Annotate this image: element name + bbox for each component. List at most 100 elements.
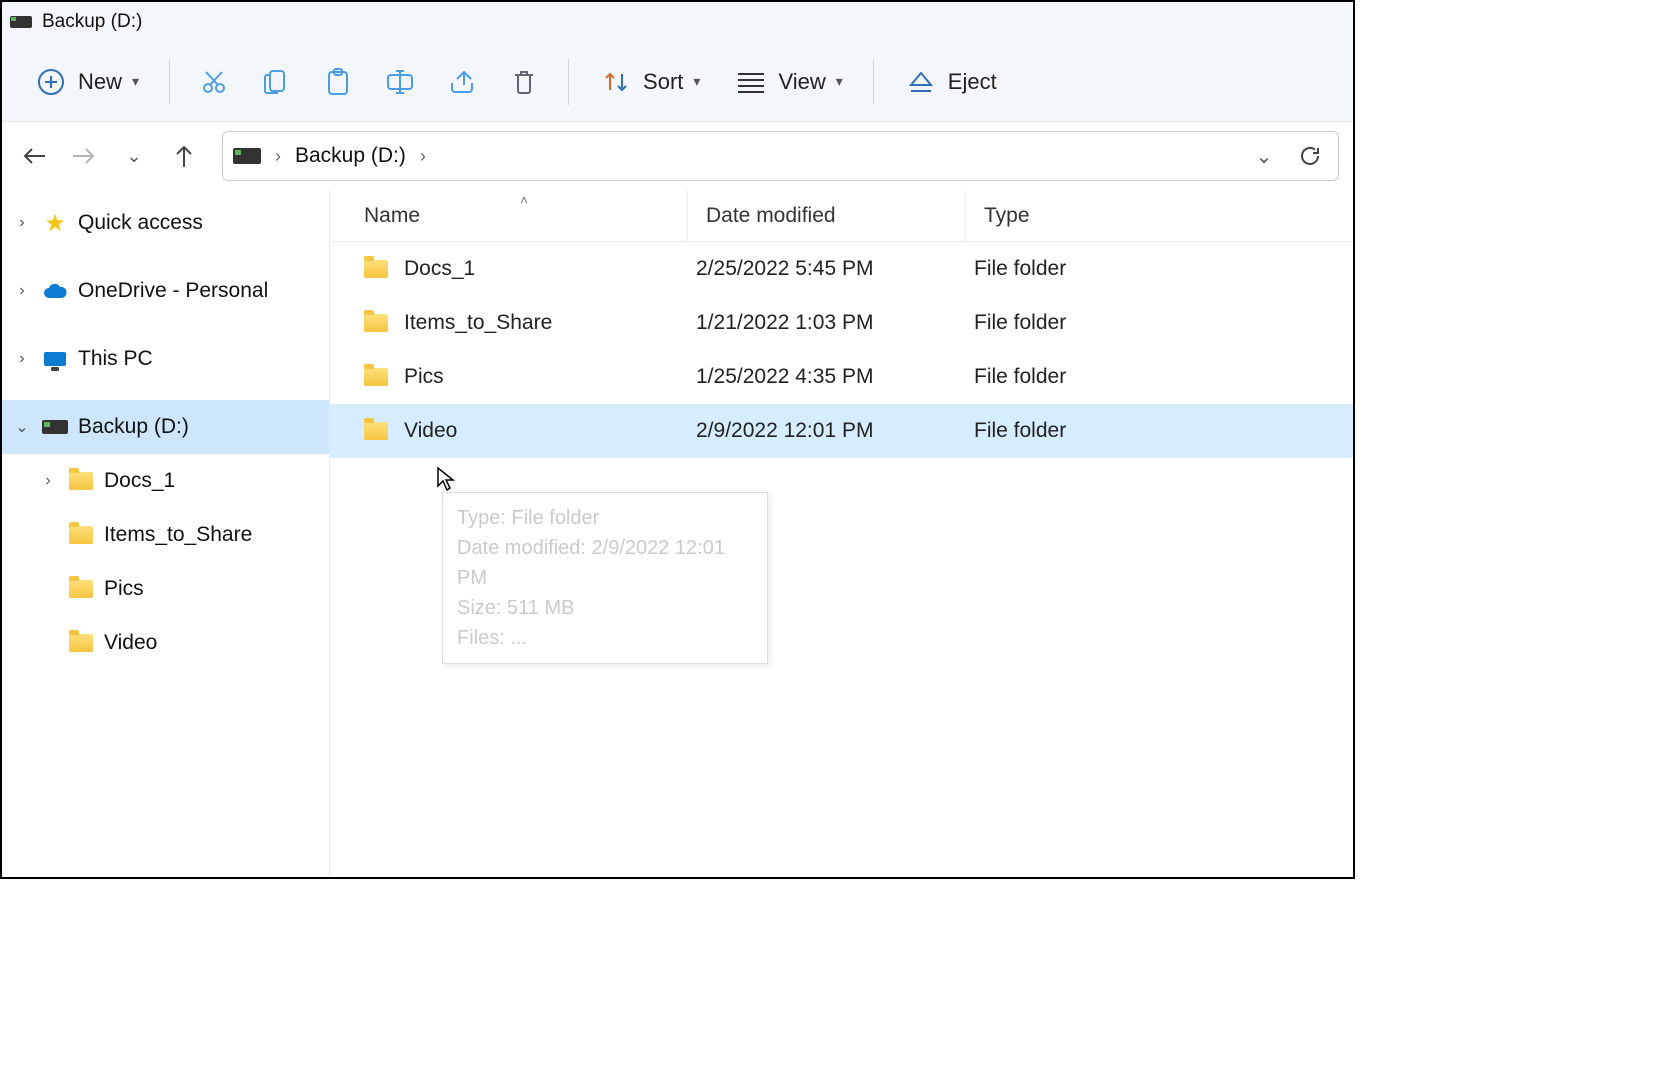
file-type: File folder: [966, 257, 1353, 281]
column-header-type[interactable]: Type: [966, 190, 1353, 241]
file-date: 1/25/2022 4:35 PM: [688, 365, 966, 389]
titlebar: Backup (D:): [2, 2, 1353, 42]
file-date: 1/21/2022 1:03 PM: [688, 311, 966, 335]
file-name: Pics: [404, 365, 444, 389]
column-header-date[interactable]: Date modified: [688, 190, 966, 241]
chevron-right-icon[interactable]: ›: [38, 472, 58, 490]
up-button[interactable]: [162, 134, 206, 178]
sidebar-item-label: Video: [104, 631, 157, 655]
drive-icon: [10, 16, 32, 28]
sidebar-item-label: Backup (D:): [78, 415, 189, 439]
address-dropdown-button[interactable]: ⌄: [1246, 138, 1282, 174]
file-type: File folder: [966, 419, 1353, 443]
forward-button[interactable]: [62, 134, 106, 178]
chevron-down-icon: ⌄: [126, 146, 141, 167]
rename-icon: [385, 69, 415, 95]
chevron-right-icon[interactable]: ›: [12, 214, 32, 232]
sidebar-item-this-pc[interactable]: › This PC: [2, 332, 329, 386]
chevron-right-icon[interactable]: ›: [12, 350, 32, 368]
tooltip: Type: File folder Date modified: 2/9/202…: [442, 492, 768, 664]
chevron-right-icon[interactable]: ›: [12, 282, 32, 300]
navigation-pane: › ★ Quick access › OneDrive - Personal ›…: [2, 190, 330, 877]
new-button[interactable]: New ▾: [20, 57, 153, 107]
toolbar-separator: [169, 59, 170, 105]
new-label: New: [78, 69, 122, 95]
chevron-down-icon: ▾: [132, 73, 139, 90]
file-row[interactable]: Items_to_Share 1/21/2022 1:03 PM File fo…: [330, 296, 1353, 350]
sidebar-item-folder[interactable]: Pics: [2, 562, 329, 616]
chevron-down-icon[interactable]: ⌄: [12, 417, 32, 437]
paste-button[interactable]: [310, 54, 366, 110]
eject-button[interactable]: Eject: [890, 57, 1011, 107]
sidebar-item-label: Quick access: [78, 211, 203, 235]
sidebar-item-label: This PC: [78, 347, 153, 371]
sort-button[interactable]: Sort ▾: [585, 57, 714, 107]
recent-locations-button[interactable]: ⌄: [112, 134, 156, 178]
sidebar-item-folder[interactable]: › Docs_1: [2, 454, 329, 508]
file-list: Docs_1 2/25/2022 5:45 PM File folder Ite…: [330, 242, 1353, 458]
back-button[interactable]: [12, 134, 56, 178]
sidebar-item-folder[interactable]: Items_to_Share: [2, 508, 329, 562]
view-icon: [734, 65, 768, 99]
folder-icon: [68, 522, 94, 548]
sidebar-item-label: OneDrive - Personal: [78, 279, 268, 303]
file-row[interactable]: Docs_1 2/25/2022 5:45 PM File folder: [330, 242, 1353, 296]
scissors-icon: [200, 68, 228, 96]
chevron-down-icon: ⌄: [1256, 144, 1273, 169]
address-bar[interactable]: › Backup (D:) › ⌄: [222, 131, 1339, 181]
tooltip-line: Type: File folder: [457, 503, 753, 533]
file-type: File folder: [966, 311, 1353, 335]
chevron-right-icon: ›: [416, 146, 430, 167]
column-label: Date modified: [706, 204, 836, 228]
file-date: 2/25/2022 5:45 PM: [688, 257, 966, 281]
folder-icon: [68, 630, 94, 656]
folder-icon: [364, 260, 388, 278]
eject-icon: [904, 65, 938, 99]
tooltip-line: Size: 511 MB: [457, 593, 753, 623]
sort-label: Sort: [643, 69, 683, 95]
content-pane: ˄ Name Date modified Type Docs_1 2/25/20…: [330, 190, 1353, 877]
column-label: Type: [984, 204, 1030, 228]
file-name: Docs_1: [404, 257, 475, 281]
sidebar-item-label: Items_to_Share: [104, 523, 252, 547]
drive-icon: [233, 148, 261, 164]
folder-icon: [364, 368, 388, 386]
sort-ascending-icon: ˄: [520, 192, 528, 208]
file-date: 2/9/2022 12:01 PM: [688, 419, 966, 443]
window-title: Backup (D:): [42, 11, 142, 33]
cut-button[interactable]: [186, 54, 242, 110]
share-icon: [447, 69, 477, 95]
file-row[interactable]: Video 2/9/2022 12:01 PM File folder: [330, 404, 1353, 458]
cloud-icon: [42, 278, 68, 304]
sidebar-item-label: Pics: [104, 577, 144, 601]
column-header-name[interactable]: Name: [346, 190, 688, 241]
sort-icon: [599, 65, 633, 99]
toolbar: New ▾ Sort ▾: [2, 42, 1353, 122]
star-icon: ★: [42, 210, 68, 236]
cursor-icon: [436, 466, 456, 492]
sidebar-item-backup-drive[interactable]: ⌄ Backup (D:): [2, 400, 329, 454]
sidebar-item-quick-access[interactable]: › ★ Quick access: [2, 196, 329, 250]
copy-button[interactable]: [248, 54, 304, 110]
share-button[interactable]: [434, 54, 490, 110]
refresh-button[interactable]: [1292, 138, 1328, 174]
sidebar-item-label: Docs_1: [104, 469, 175, 493]
file-name: Video: [404, 419, 457, 443]
toolbar-separator: [873, 59, 874, 105]
delete-button[interactable]: [496, 54, 552, 110]
trash-icon: [511, 68, 537, 96]
sidebar-item-onedrive[interactable]: › OneDrive - Personal: [2, 264, 329, 318]
tooltip-line: Files: ...: [457, 623, 753, 653]
folder-icon: [364, 422, 388, 440]
file-row[interactable]: Pics 1/25/2022 4:35 PM File folder: [330, 350, 1353, 404]
view-button[interactable]: View ▾: [720, 57, 856, 107]
file-name: Items_to_Share: [404, 311, 552, 335]
folder-icon: [68, 468, 94, 494]
folder-icon: [68, 576, 94, 602]
address-location[interactable]: Backup (D:): [295, 144, 406, 168]
file-type: File folder: [966, 365, 1353, 389]
sidebar-item-folder[interactable]: Video: [2, 616, 329, 670]
main-area: › ★ Quick access › OneDrive - Personal ›…: [2, 190, 1353, 877]
rename-button[interactable]: [372, 54, 428, 110]
column-label: Name: [364, 204, 420, 228]
